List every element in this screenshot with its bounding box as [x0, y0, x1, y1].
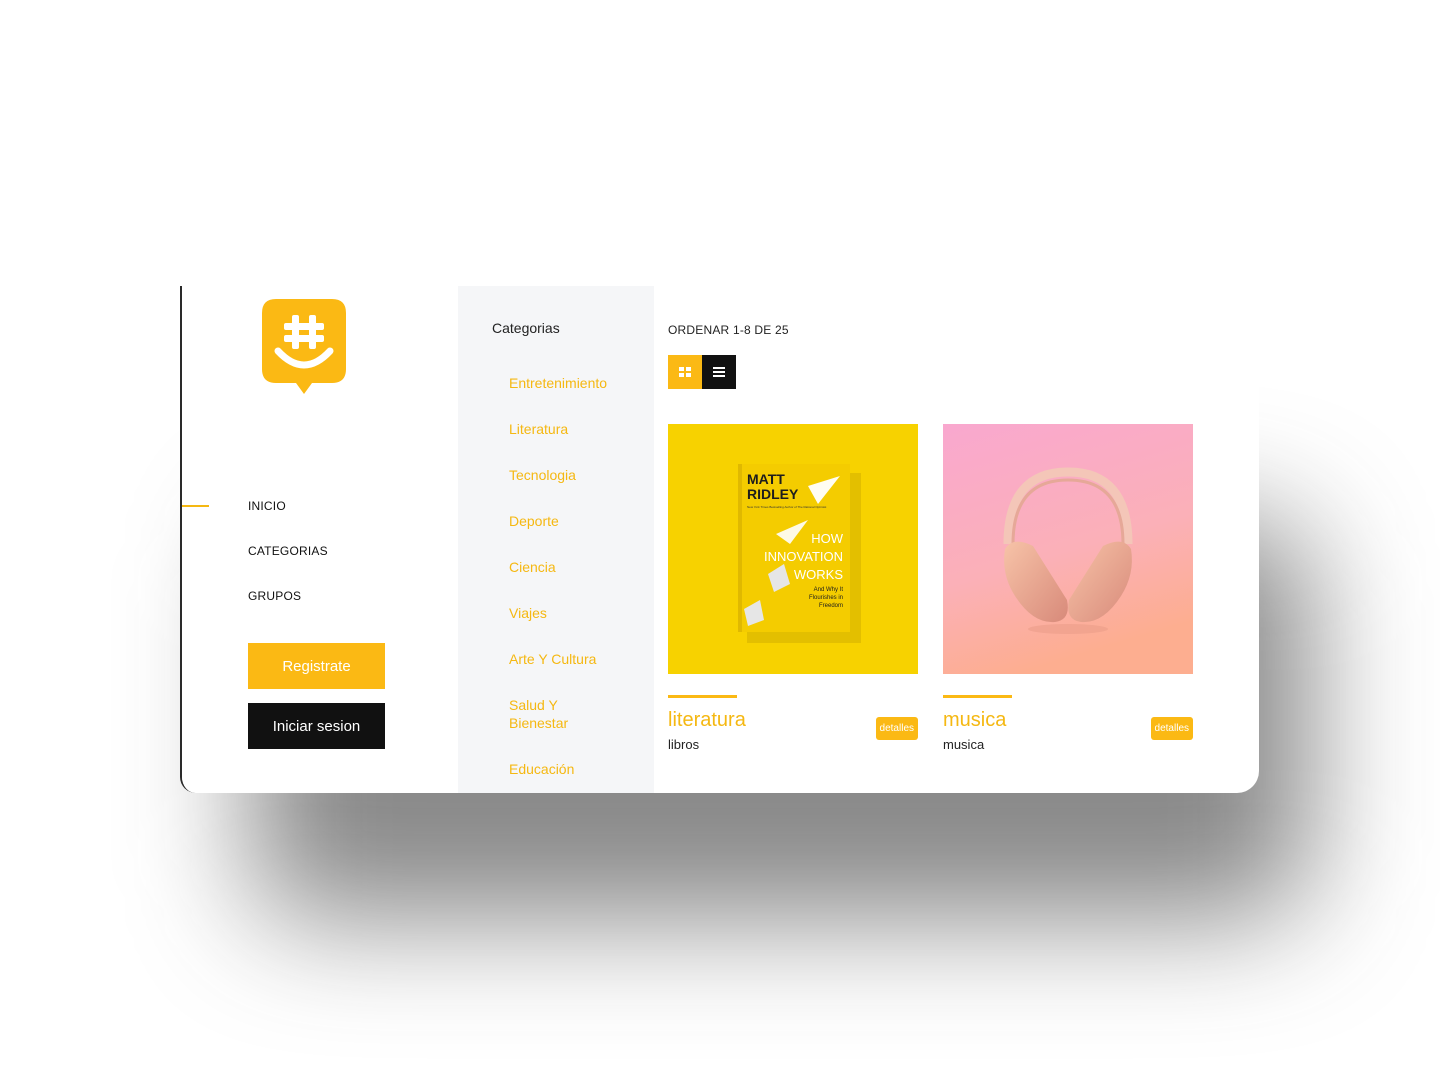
- card-divider: [943, 695, 1012, 698]
- card-divider: [668, 695, 737, 698]
- book-title-line3: WORKS: [794, 567, 843, 582]
- card-subtitle: musica: [943, 737, 985, 752]
- category-item-ciencia[interactable]: Ciencia: [509, 558, 639, 576]
- sidebar: INICIO CATEGORIAS GRUPOS Registrate Inic…: [182, 286, 458, 793]
- grid-view-button[interactable]: [668, 355, 702, 389]
- book-subtitle-line3: Freedom: [819, 603, 843, 609]
- card-footer: literatura libros detalles: [668, 709, 918, 752]
- login-button[interactable]: Iniciar sesion: [248, 703, 385, 749]
- book-author-line2: RIDLEY: [747, 486, 799, 502]
- category-card-musica: musica musica detalles: [943, 424, 1193, 752]
- card-title[interactable]: literatura: [668, 709, 746, 731]
- details-button-literatura[interactable]: detalles: [875, 717, 918, 740]
- headphones-image[interactable]: [943, 424, 1193, 674]
- details-button-musica[interactable]: detalles: [1150, 717, 1193, 740]
- categories-list: Entretenimiento Literatura Tecnologia De…: [509, 374, 639, 793]
- category-item-salud-y-bienestar[interactable]: Salud Y Bienestar: [509, 696, 579, 732]
- category-item-arte-y-cultura[interactable]: Arte Y Cultura: [509, 650, 639, 668]
- logo-chat-hashtag-icon[interactable]: [262, 299, 346, 395]
- card-subtitle: libros: [668, 737, 700, 752]
- categories-title: Categorias: [492, 320, 560, 336]
- category-item-entretenimiento[interactable]: Entretenimiento: [509, 374, 639, 392]
- card-footer: musica musica detalles: [943, 709, 1193, 752]
- categories-panel: Categorias Entretenimiento Literatura Te…: [458, 286, 654, 793]
- category-item-literatura[interactable]: Literatura: [509, 420, 639, 438]
- sort-label: ORDENAR 1-8 DE 25: [668, 323, 789, 337]
- book-title-line2: INNOVATION: [764, 549, 843, 564]
- book-subtitle-line2: Flourishes in: [809, 595, 843, 601]
- grid-view-icon: [679, 367, 691, 377]
- category-item-viajes[interactable]: Viajes: [509, 604, 639, 622]
- view-toggle: [668, 355, 736, 389]
- category-card-literatura: MATT RIDLEY New York Times Bestselling A…: [668, 424, 918, 752]
- book-title-line1: HOW: [811, 531, 844, 546]
- nav-item-inicio[interactable]: INICIO: [182, 484, 458, 529]
- app-window: INICIO CATEGORIAS GRUPOS Registrate Inic…: [180, 286, 1259, 793]
- book-subtitle-line1: And Why It: [814, 587, 844, 593]
- register-button[interactable]: Registrate: [248, 643, 385, 689]
- main-content: ORDENAR 1-8 DE 25 MATT RIDLEY New York T…: [654, 286, 1259, 793]
- card-text: musica musica: [943, 709, 1006, 752]
- book-tagline: New York Times Bestselling Author of The…: [747, 505, 826, 509]
- book-author-line1: MATT: [747, 471, 785, 487]
- nav-item-grupos[interactable]: GRUPOS: [182, 574, 458, 619]
- category-item-deporte[interactable]: Deporte: [509, 512, 639, 530]
- category-item-tecnologia[interactable]: Tecnologia: [509, 466, 639, 484]
- main-nav: INICIO CATEGORIAS GRUPOS: [182, 484, 458, 619]
- list-view-button[interactable]: [702, 355, 736, 389]
- card-text: literatura libros: [668, 709, 746, 752]
- book-cover-image[interactable]: MATT RIDLEY New York Times Bestselling A…: [668, 424, 918, 674]
- nav-item-categorias[interactable]: CATEGORIAS: [182, 529, 458, 574]
- card-title[interactable]: musica: [943, 709, 1006, 731]
- list-view-icon: [713, 367, 725, 377]
- category-item-educacion[interactable]: Educación: [509, 760, 639, 778]
